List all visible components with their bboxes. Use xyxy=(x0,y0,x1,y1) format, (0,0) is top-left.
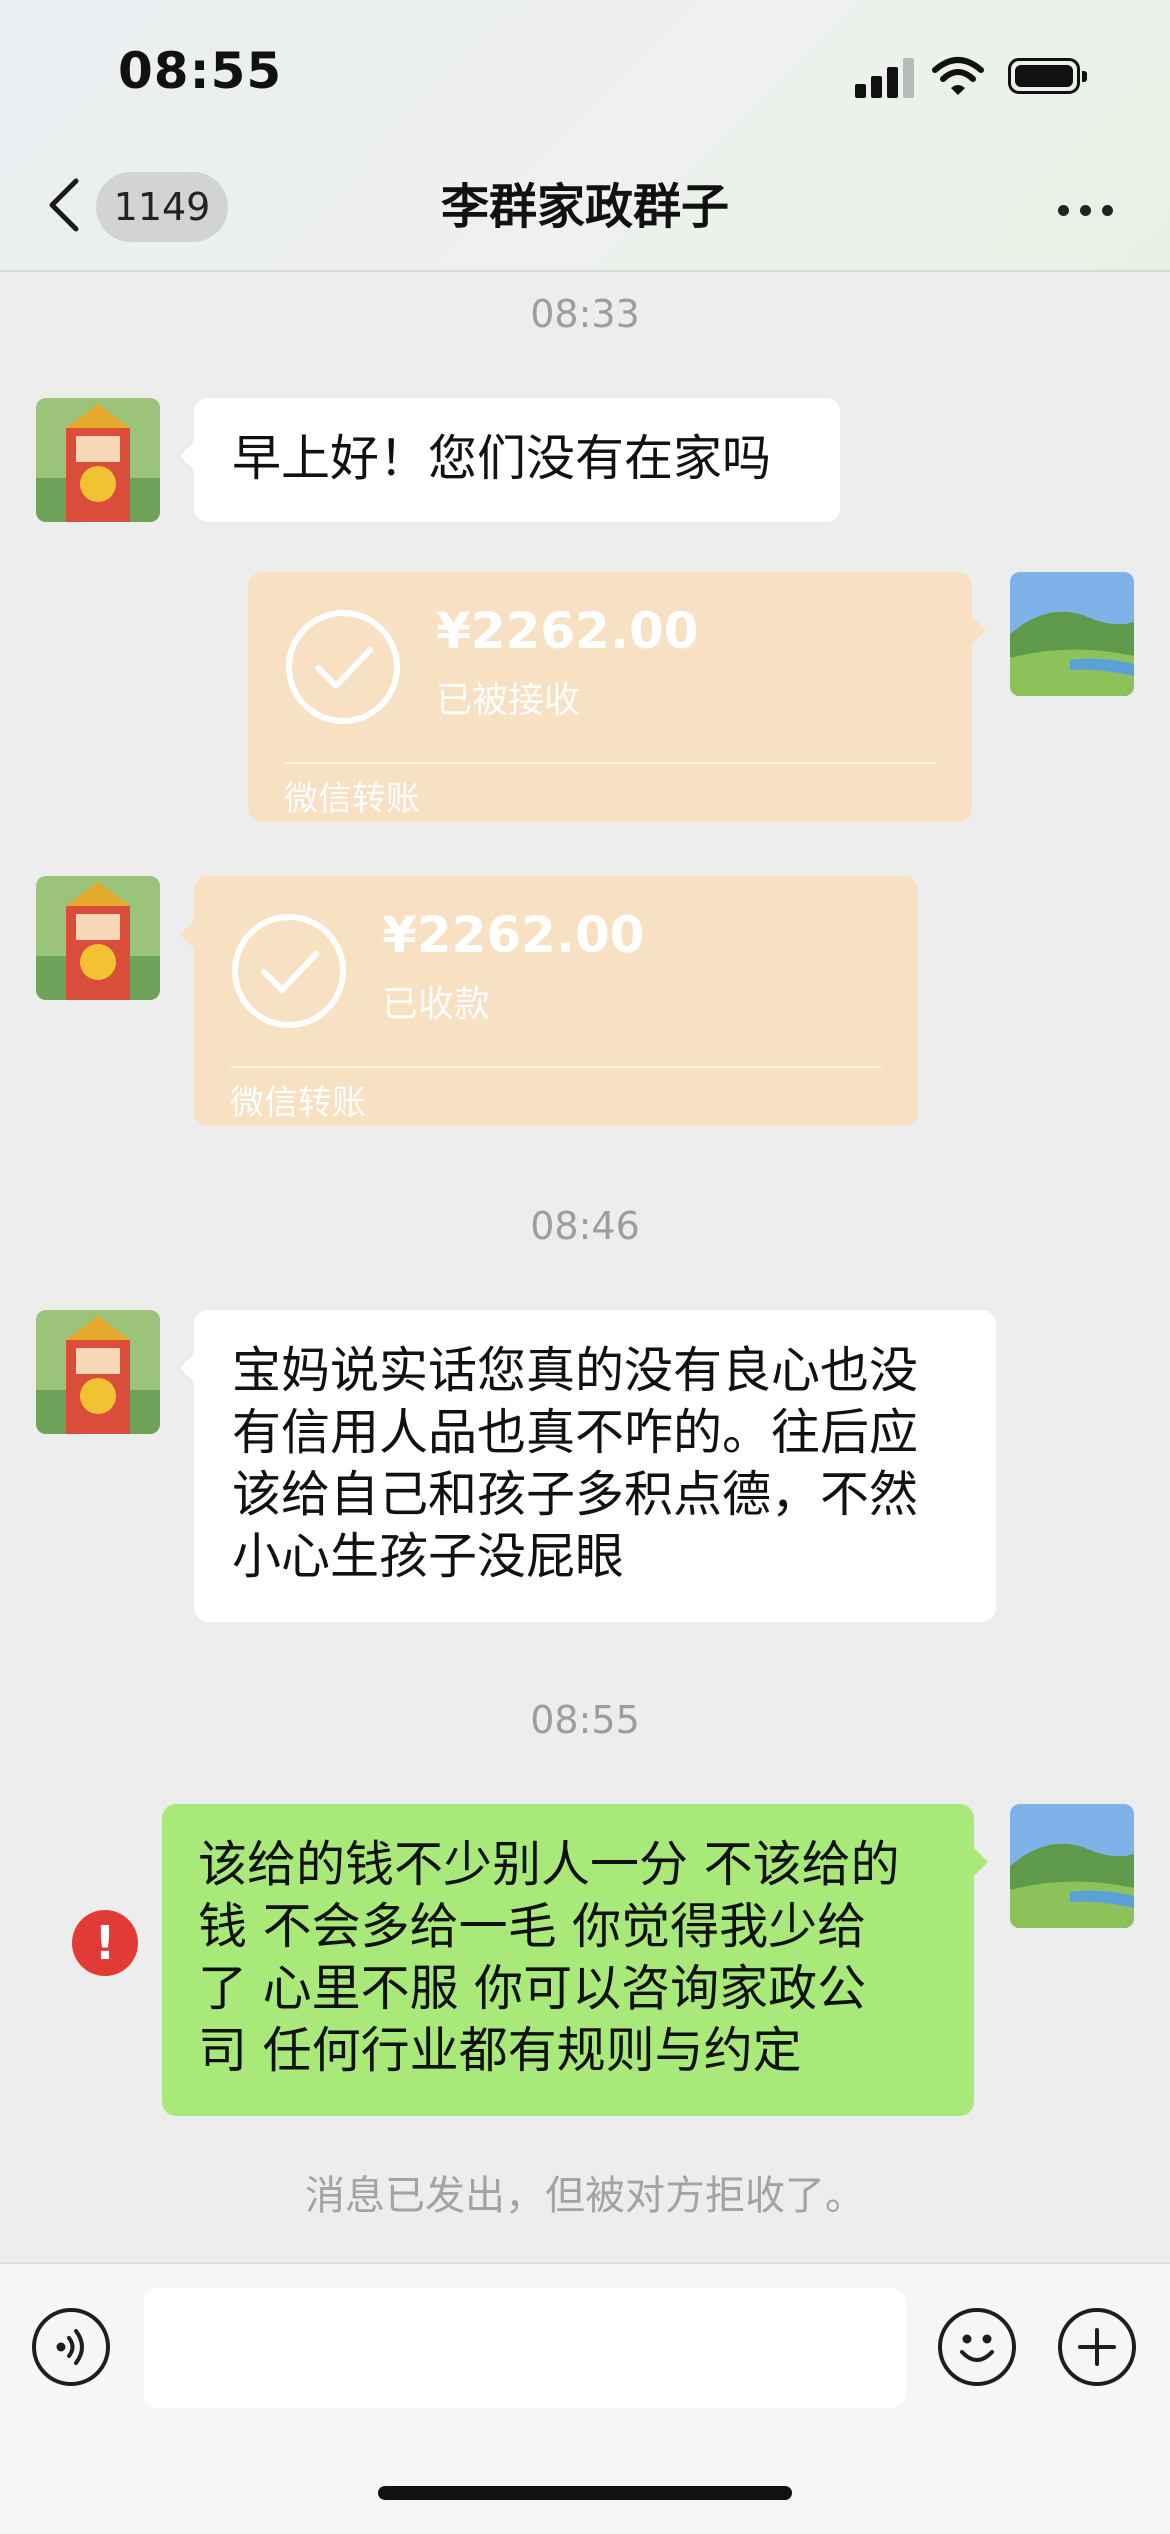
message-rejected-notice: 消息已发出，但被对方拒收了。 xyxy=(305,2173,865,2219)
wifi-icon xyxy=(932,57,984,95)
emoji-button[interactable] xyxy=(938,2308,1016,2386)
message-timestamp: 08:33 xyxy=(530,292,640,336)
check-circle-icon xyxy=(232,914,346,1028)
top-bar: 08:55 1149 李群家政群子 xyxy=(0,0,1170,272)
home-indicator xyxy=(378,2486,792,2500)
message-input[interactable] xyxy=(144,2288,906,2408)
transfer-label: 微信转账 xyxy=(284,779,420,819)
voice-input-button[interactable] xyxy=(32,2308,110,2386)
message-text: 该给的钱不少别人一分 不该给的 钱 不会多给一毛 你觉得我少给 了 心里不服 你… xyxy=(198,1836,900,2079)
avatar-contact[interactable] xyxy=(36,1310,160,1434)
transfer-status: 已被接收 xyxy=(436,680,581,721)
more-options-button[interactable] xyxy=(1050,195,1120,225)
cellular-signal-icon xyxy=(855,58,915,98)
transfer-divider xyxy=(230,1066,882,1068)
avatar-contact[interactable] xyxy=(36,876,160,1000)
transfer-status: 已收款 xyxy=(382,984,491,1025)
message-text: 早上好！您们没有在家吗 xyxy=(232,430,772,487)
plus-icon xyxy=(1078,2328,1116,2366)
avatar-self[interactable] xyxy=(1010,572,1134,696)
voice-input-icon xyxy=(56,2329,84,2365)
transfer-label: 微信转账 xyxy=(230,1083,366,1123)
transfer-amount: ¥2262.00 xyxy=(436,602,699,660)
check-circle-icon xyxy=(286,610,400,724)
transfer-card-outgoing[interactable]: ¥2262.00 已被接收 微信转账 xyxy=(248,572,986,822)
more-actions-button[interactable] xyxy=(1058,2308,1136,2386)
transfer-amount: ¥2262.00 xyxy=(382,906,645,964)
message-text: 宝妈说实话您真的没有良心也没 有信用人品也真不咋的。往后应 该给自己和孩子多积点… xyxy=(232,1342,919,1585)
message-timestamp: 08:46 xyxy=(530,1204,640,1248)
message-bubble-incoming[interactable]: 宝妈说实话您真的没有良心也没 有信用人品也真不咋的。往后应 该给自己和孩子多积点… xyxy=(180,1310,996,1622)
avatar-contact[interactable] xyxy=(36,398,160,522)
input-bar xyxy=(0,2262,1170,2534)
message-bubble-outgoing[interactable]: 该给的钱不少别人一分 不该给的 钱 不会多给一毛 你觉得我少给 了 心里不服 你… xyxy=(162,1804,988,2116)
transfer-divider xyxy=(284,762,936,764)
more-dots-icon xyxy=(1058,205,1069,216)
message-timestamp: 08:55 xyxy=(530,1698,640,1742)
battery-icon xyxy=(1008,58,1087,94)
error-exclamation-icon[interactable]: ! xyxy=(72,1910,138,1976)
avatar-self[interactable] xyxy=(1010,1804,1134,1928)
message-bubble-incoming[interactable]: 早上好！您们没有在家吗 xyxy=(180,398,840,522)
emoji-icon xyxy=(960,2334,994,2362)
status-time: 08:55 xyxy=(118,42,283,100)
transfer-card-incoming[interactable]: ¥2262.00 已收款 微信转账 xyxy=(180,876,918,1126)
chat-title: 李群家政群子 xyxy=(440,179,729,235)
